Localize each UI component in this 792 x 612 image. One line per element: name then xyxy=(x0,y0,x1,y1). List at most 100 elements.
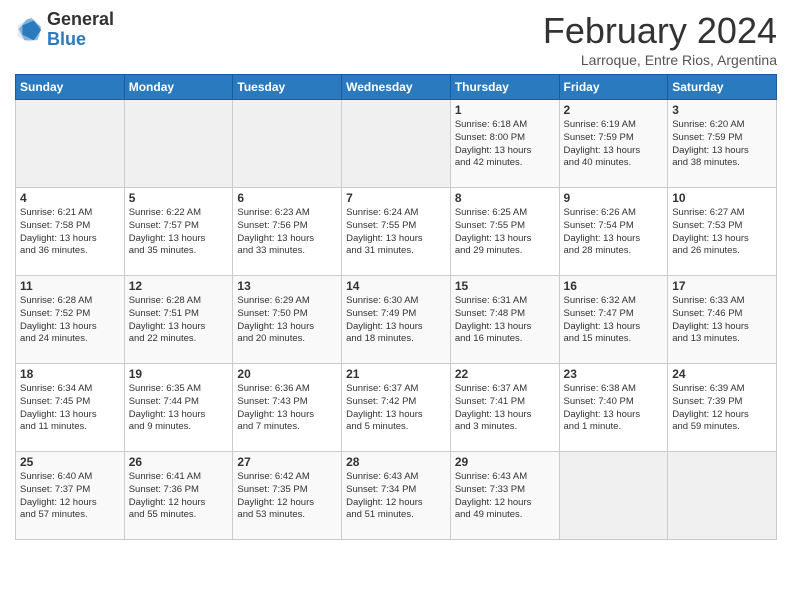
day-number: 13 xyxy=(237,279,337,293)
logo-text: General Blue xyxy=(47,10,114,50)
logo-blue: Blue xyxy=(47,29,86,49)
weekday-header: Sunday xyxy=(16,75,125,100)
day-info: Sunrise: 6:24 AM Sunset: 7:55 PM Dayligh… xyxy=(346,207,446,258)
weekday-header-row: SundayMondayTuesdayWednesdayThursdayFrid… xyxy=(16,75,777,100)
calendar-cell: 10 Sunrise: 6:27 AM Sunset: 7:53 PM Dayli… xyxy=(668,188,777,276)
day-number: 2 xyxy=(564,103,664,117)
day-number: 3 xyxy=(672,103,772,117)
weekday-header: Wednesday xyxy=(342,75,451,100)
calendar-cell: 27 Sunrise: 6:42 AM Sunset: 7:35 PM Dayli… xyxy=(233,452,342,540)
day-info: Sunrise: 6:20 AM Sunset: 7:59 PM Dayligh… xyxy=(672,119,772,170)
day-info: Sunrise: 6:37 AM Sunset: 7:41 PM Dayligh… xyxy=(455,383,555,434)
day-number: 19 xyxy=(129,367,229,381)
day-info: Sunrise: 6:27 AM Sunset: 7:53 PM Dayligh… xyxy=(672,207,772,258)
calendar-cell: 8 Sunrise: 6:25 AM Sunset: 7:55 PM Daylig… xyxy=(450,188,559,276)
calendar-table: SundayMondayTuesdayWednesdayThursdayFrid… xyxy=(15,74,777,540)
day-number: 1 xyxy=(455,103,555,117)
calendar-week-row: 25 Sunrise: 6:40 AM Sunset: 7:37 PM Dayli… xyxy=(16,452,777,540)
calendar-cell: 5 Sunrise: 6:22 AM Sunset: 7:57 PM Daylig… xyxy=(124,188,233,276)
calendar-cell xyxy=(124,100,233,188)
calendar-cell: 3 Sunrise: 6:20 AM Sunset: 7:59 PM Daylig… xyxy=(668,100,777,188)
calendar-cell: 28Sunrise: 6:43 AM Sunset: 7:34 PM Dayli… xyxy=(342,452,451,540)
day-info: Sunrise: 6:28 AM Sunset: 7:51 PM Dayligh… xyxy=(129,295,229,346)
day-number: 12 xyxy=(129,279,229,293)
calendar-cell: 24Sunrise: 6:39 AM Sunset: 7:39 PM Dayli… xyxy=(668,364,777,452)
day-number: 17 xyxy=(672,279,772,293)
calendar-cell: 6 Sunrise: 6:23 AM Sunset: 7:56 PM Daylig… xyxy=(233,188,342,276)
day-info: Sunrise: 6:41 AM Sunset: 7:36 PM Dayligh… xyxy=(129,471,229,522)
calendar-cell xyxy=(16,100,125,188)
day-info: Sunrise: 6:33 AM Sunset: 7:46 PM Dayligh… xyxy=(672,295,772,346)
calendar-week-row: 4 Sunrise: 6:21 AM Sunset: 7:58 PM Daylig… xyxy=(16,188,777,276)
calendar-cell: 9Sunrise: 6:26 AM Sunset: 7:54 PM Daylig… xyxy=(559,188,668,276)
day-info: Sunrise: 6:37 AM Sunset: 7:42 PM Dayligh… xyxy=(346,383,446,434)
day-info: Sunrise: 6:28 AM Sunset: 7:52 PM Dayligh… xyxy=(20,295,120,346)
weekday-header: Monday xyxy=(124,75,233,100)
calendar-cell: 18 Sunrise: 6:34 AM Sunset: 7:45 PM Dayli… xyxy=(16,364,125,452)
day-info: Sunrise: 6:21 AM Sunset: 7:58 PM Dayligh… xyxy=(20,207,120,258)
calendar-cell: 19Sunrise: 6:35 AM Sunset: 7:44 PM Dayli… xyxy=(124,364,233,452)
day-number: 23 xyxy=(564,367,664,381)
day-info: Sunrise: 6:23 AM Sunset: 7:56 PM Dayligh… xyxy=(237,207,337,258)
day-info: Sunrise: 6:39 AM Sunset: 7:39 PM Dayligh… xyxy=(672,383,772,434)
day-info: Sunrise: 6:18 AM Sunset: 8:00 PM Dayligh… xyxy=(455,119,555,170)
day-info: Sunrise: 6:25 AM Sunset: 7:55 PM Dayligh… xyxy=(455,207,555,258)
logo-icon xyxy=(15,16,43,44)
calendar-cell: 17 Sunrise: 6:33 AM Sunset: 7:46 PM Dayli… xyxy=(668,276,777,364)
day-number: 7 xyxy=(346,191,446,205)
day-info: Sunrise: 6:19 AM Sunset: 7:59 PM Dayligh… xyxy=(564,119,664,170)
weekday-header: Tuesday xyxy=(233,75,342,100)
calendar-cell xyxy=(342,100,451,188)
day-number: 5 xyxy=(129,191,229,205)
day-number: 8 xyxy=(455,191,555,205)
calendar-title: February 2024 xyxy=(543,10,777,52)
day-number: 29 xyxy=(455,455,555,469)
day-info: Sunrise: 6:42 AM Sunset: 7:35 PM Dayligh… xyxy=(237,471,337,522)
calendar-cell: 26 Sunrise: 6:41 AM Sunset: 7:36 PM Dayli… xyxy=(124,452,233,540)
calendar-week-row: 1 Sunrise: 6:18 AM Sunset: 8:00 PM Daylig… xyxy=(16,100,777,188)
day-info: Sunrise: 6:34 AM Sunset: 7:45 PM Dayligh… xyxy=(20,383,120,434)
calendar-header: General Blue February 2024 Larroque, Ent… xyxy=(15,10,777,68)
day-number: 28 xyxy=(346,455,446,469)
calendar-cell: 7 Sunrise: 6:24 AM Sunset: 7:55 PM Daylig… xyxy=(342,188,451,276)
calendar-week-row: 11 Sunrise: 6:28 AM Sunset: 7:52 PM Dayli… xyxy=(16,276,777,364)
title-block: February 2024 Larroque, Entre Rios, Arge… xyxy=(543,10,777,68)
day-number: 26 xyxy=(129,455,229,469)
day-number: 11 xyxy=(20,279,120,293)
calendar-cell: 13 Sunrise: 6:29 AM Sunset: 7:50 PM Dayli… xyxy=(233,276,342,364)
calendar-cell: 2 Sunrise: 6:19 AM Sunset: 7:59 PM Daylig… xyxy=(559,100,668,188)
day-number: 6 xyxy=(237,191,337,205)
day-number: 21 xyxy=(346,367,446,381)
day-number: 25 xyxy=(20,455,120,469)
day-info: Sunrise: 6:26 AM Sunset: 7:54 PM Dayligh… xyxy=(564,207,664,258)
weekday-header: Friday xyxy=(559,75,668,100)
day-number: 4 xyxy=(20,191,120,205)
day-info: Sunrise: 6:31 AM Sunset: 7:48 PM Dayligh… xyxy=(455,295,555,346)
calendar-cell xyxy=(668,452,777,540)
calendar-cell: 23 Sunrise: 6:38 AM Sunset: 7:40 PM Dayli… xyxy=(559,364,668,452)
weekday-header: Saturday xyxy=(668,75,777,100)
day-info: Sunrise: 6:32 AM Sunset: 7:47 PM Dayligh… xyxy=(564,295,664,346)
day-number: 27 xyxy=(237,455,337,469)
day-info: Sunrise: 6:38 AM Sunset: 7:40 PM Dayligh… xyxy=(564,383,664,434)
day-info: Sunrise: 6:43 AM Sunset: 7:33 PM Dayligh… xyxy=(455,471,555,522)
day-number: 22 xyxy=(455,367,555,381)
day-number: 15 xyxy=(455,279,555,293)
day-info: Sunrise: 6:29 AM Sunset: 7:50 PM Dayligh… xyxy=(237,295,337,346)
calendar-cell: 29 Sunrise: 6:43 AM Sunset: 7:33 PM Dayli… xyxy=(450,452,559,540)
day-number: 14 xyxy=(346,279,446,293)
calendar-week-row: 18 Sunrise: 6:34 AM Sunset: 7:45 PM Dayli… xyxy=(16,364,777,452)
day-info: Sunrise: 6:40 AM Sunset: 7:37 PM Dayligh… xyxy=(20,471,120,522)
day-info: Sunrise: 6:22 AM Sunset: 7:57 PM Dayligh… xyxy=(129,207,229,258)
calendar-cell: 4 Sunrise: 6:21 AM Sunset: 7:58 PM Daylig… xyxy=(16,188,125,276)
weekday-header: Thursday xyxy=(450,75,559,100)
calendar-cell: 1 Sunrise: 6:18 AM Sunset: 8:00 PM Daylig… xyxy=(450,100,559,188)
calendar-page: General Blue February 2024 Larroque, Ent… xyxy=(0,0,792,612)
logo: General Blue xyxy=(15,10,114,50)
day-number: 18 xyxy=(20,367,120,381)
calendar-cell xyxy=(233,100,342,188)
day-info: Sunrise: 6:30 AM Sunset: 7:49 PM Dayligh… xyxy=(346,295,446,346)
day-number: 10 xyxy=(672,191,772,205)
logo-general: General xyxy=(47,9,114,29)
calendar-cell: 12 Sunrise: 6:28 AM Sunset: 7:51 PM Dayli… xyxy=(124,276,233,364)
